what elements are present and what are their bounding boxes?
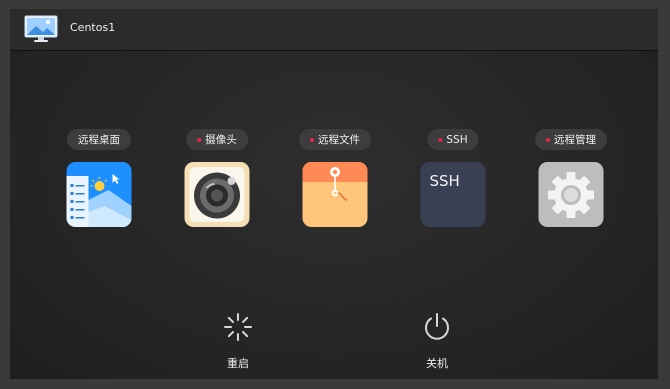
restart-button[interactable]: 重启	[208, 311, 268, 371]
restart-label: 重启	[227, 357, 249, 370]
app-label-pill[interactable]: 远程桌面	[67, 129, 131, 150]
status-dot	[438, 137, 443, 142]
camera-icon[interactable]	[184, 162, 250, 227]
app-ssh[interactable]: SSH SSH	[405, 129, 501, 249]
ssh-icon-text: SSH	[429, 172, 460, 190]
app-label: SSH	[446, 133, 468, 146]
restart-icon[interactable]	[222, 311, 254, 343]
status-dot	[546, 137, 550, 142]
app-camera[interactable]: 摄像头	[169, 129, 265, 249]
app-label: 远程管理	[554, 134, 596, 146]
shutdown-label: 关机	[426, 357, 448, 370]
title-bar: Centos1	[10, 9, 658, 51]
app-remote-management[interactable]: 远程管理	[523, 129, 619, 249]
ssh-icon[interactable]: SSH	[420, 162, 486, 227]
status-dot	[197, 137, 202, 142]
monitor-icon	[24, 15, 58, 43]
app-label-pill[interactable]: 远程管理	[535, 129, 607, 150]
app-label-pill[interactable]: 远程文件	[299, 129, 371, 150]
app-label-pill[interactable]: 摄像头	[186, 129, 248, 150]
app-label: 远程桌面	[78, 134, 120, 146]
status-dot	[310, 137, 314, 142]
gear-icon[interactable]	[538, 162, 604, 227]
vm-window: Centos1 远程桌面 摄像头 远程文件 SSH SSH 远程管理 重启 关机	[10, 9, 658, 379]
shutdown-button[interactable]: 关机	[407, 311, 467, 371]
window-title: Centos1	[70, 21, 116, 34]
remote-files-icon[interactable]	[302, 162, 368, 227]
app-label: 摄像头	[205, 134, 237, 146]
app-remote-files[interactable]: 远程文件	[287, 129, 383, 249]
app-remote-desktop[interactable]: 远程桌面	[51, 129, 147, 249]
app-panel: 远程桌面 摄像头 远程文件 SSH SSH 远程管理 重启 关机	[10, 51, 658, 379]
app-label: 远程文件	[318, 134, 360, 146]
app-label-pill[interactable]: SSH	[427, 129, 479, 150]
power-icon[interactable]	[421, 311, 453, 343]
remote-desktop-icon[interactable]	[66, 162, 132, 227]
